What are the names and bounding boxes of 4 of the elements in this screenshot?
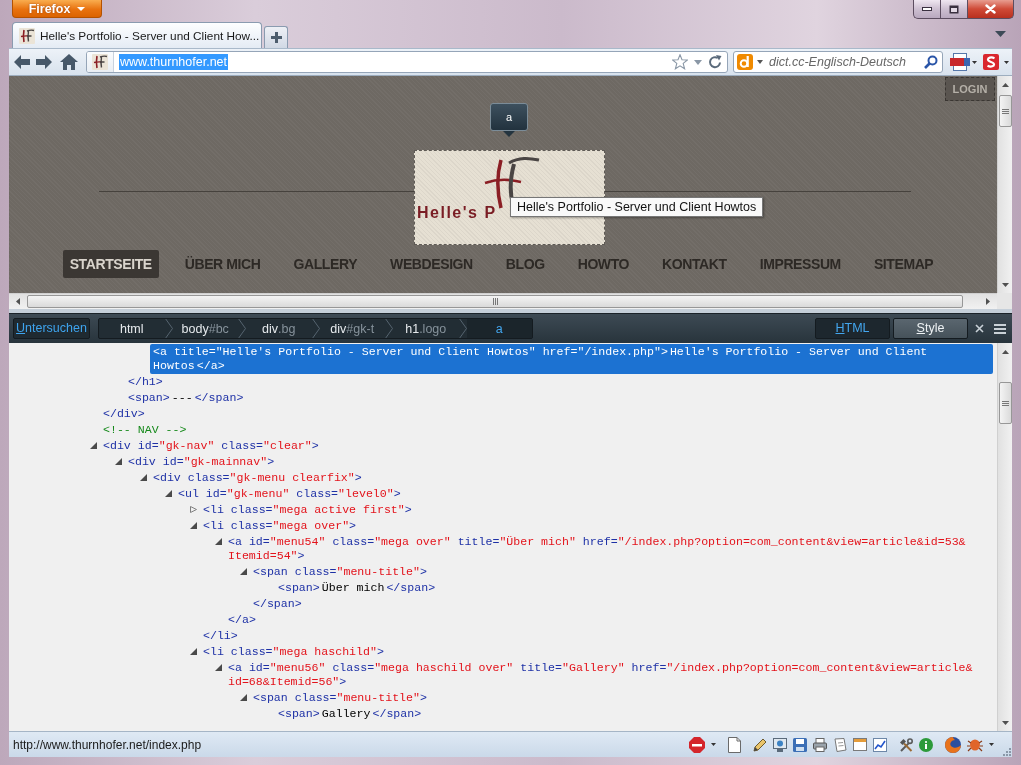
- status-text: http://www.thurnhofer.net/index.php: [13, 737, 202, 752]
- logo-text: Helle's P: [417, 204, 497, 222]
- element-label: a: [490, 103, 528, 131]
- tooltip: Helle's Portfolio - Server und Client Howtos: [510, 197, 764, 217]
